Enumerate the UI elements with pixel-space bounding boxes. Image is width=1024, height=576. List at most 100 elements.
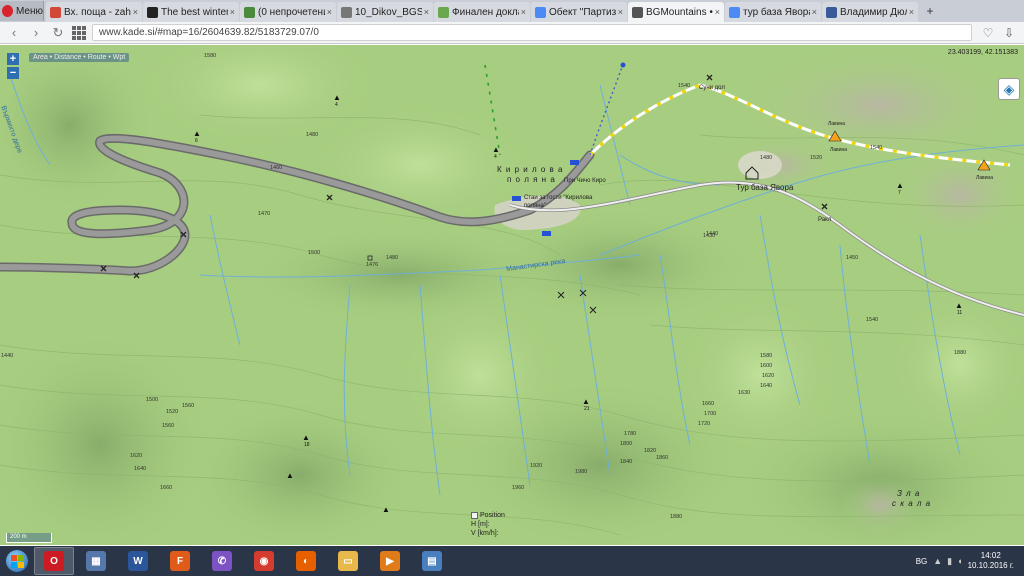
chrome-like-app-icon: ◉ [254, 551, 274, 571]
elevation-label: 1920 [530, 463, 543, 469]
browser-tab[interactable]: (0 непрочетени) × [240, 2, 336, 22]
zoom-in-button[interactable]: + [7, 53, 19, 65]
explorer-app[interactable]: ▭ [328, 547, 368, 575]
tab-title: Владимир Дюлгер [840, 6, 907, 18]
firefox-app[interactable]: ◐ [286, 547, 326, 575]
reload-icon[interactable]: ↻ [50, 25, 66, 41]
word-app[interactable]: W [118, 547, 158, 575]
peak-icon: ▲ 21 [582, 397, 590, 412]
poi-label: При Чичо Киро [564, 178, 606, 184]
position-checkbox[interactable] [471, 511, 478, 519]
browser-tab[interactable]: Вх. поща - zahari× [46, 2, 142, 22]
elevation-label: 1580 [760, 353, 773, 359]
browser-tab[interactable]: тур база Явора -× [725, 2, 821, 22]
tab-title: Обект "Партизан [549, 6, 616, 18]
close-tab-icon[interactable]: × [521, 7, 526, 17]
url-text: www.kade.si/#map=16/2604639.82/5183729.0… [99, 27, 319, 38]
tab-favicon-icon [50, 6, 61, 18]
elevation-label: 1820 [644, 448, 657, 454]
back-icon[interactable]: ‹ [6, 25, 22, 40]
tray-arrow-icon[interactable]: ▲ [933, 556, 942, 566]
windows-logo-icon [6, 550, 28, 572]
tab-favicon-icon [632, 6, 643, 18]
close-tab-icon[interactable]: × [424, 7, 429, 17]
close-tab-icon[interactable]: × [715, 7, 720, 17]
tab-favicon-icon [826, 6, 837, 18]
opera-app-icon: O [44, 551, 64, 571]
elevation-label: 1630 [738, 390, 751, 396]
browser-tab[interactable]: Обект "Партизан× [531, 2, 627, 22]
tab-favicon-icon [244, 6, 255, 18]
tab-title: 10_Dikov_BGS_Ra [355, 6, 422, 18]
url-field[interactable]: www.kade.si/#map=16/2604639.82/5183729.0… [92, 24, 972, 41]
map-tools-bar[interactable]: Area • Distance • Route • Wpt [29, 53, 130, 62]
browser-tab[interactable]: BGMountains • BG× [628, 2, 724, 22]
menu-label: Меню [15, 5, 43, 17]
map-canvas[interactable]: ▲ 4 ▲ 6 ▲ 4 ▲ 11 ▲ 21 ▲ 18 ▲ 7 ▲ ▲ К и р и л о … [0, 45, 1024, 545]
elevation-label: 1480 [386, 255, 399, 261]
close-tab-icon[interactable]: × [812, 7, 817, 17]
system-tray: BG ▲ ▮ ◖ 14:02 10.10.2016 г. [916, 551, 1024, 571]
tab-title: (0 непрочетени) [258, 6, 325, 18]
foxit-app-icon: F [170, 551, 190, 571]
volume-icon[interactable]: ◖ [957, 556, 962, 566]
peak-icon: ▲ 7 [896, 181, 904, 196]
close-tab-icon[interactable]: × [230, 7, 235, 17]
media-app[interactable]: ▶ [370, 547, 410, 575]
poi-label: Стаи за гости "Кирилова [524, 195, 593, 201]
calculator-app[interactable]: ▦ [76, 547, 116, 575]
folder-app-icon: ▤ [422, 551, 442, 571]
elevation-label: 1470 [258, 211, 271, 217]
height-label: H [m]: [471, 521, 490, 528]
browser-tab[interactable]: Владимир Дюлгер× [822, 2, 918, 22]
close-tab-icon[interactable]: × [327, 7, 332, 17]
forward-icon[interactable]: › [28, 25, 44, 40]
taskbar: O ▦ W F ✆ ◉ ◐ ▭ ▶ ▤ BG ▲ ▮ ◖ 14:02 10.10.2016 г. [0, 546, 1024, 576]
place-label: с к а л а [892, 499, 932, 508]
folder-app[interactable]: ▤ [412, 547, 452, 575]
language-indicator[interactable]: BG [916, 557, 928, 566]
elevation-label: 1880 [954, 350, 967, 356]
peak-icon: ▲ [286, 471, 294, 480]
foxit-app[interactable]: F [160, 547, 200, 575]
start-button[interactable] [0, 546, 34, 576]
elevation-label: 1640 [760, 383, 773, 389]
place-label: Суни дол [699, 85, 725, 91]
elevation-label: 1560 [162, 423, 175, 429]
address-bar: ‹ › ↻ www.kade.si/#map=16/2604639.82/518… [0, 22, 1024, 44]
menu-button[interactable]: Меню [0, 1, 44, 21]
poi-label: поляна" [524, 203, 546, 209]
tab-title: тур база Явора - [743, 6, 810, 18]
peak-icon: ▲ 6 [193, 129, 201, 144]
elevation-label: 1660 [702, 401, 715, 407]
downloads-icon[interactable]: ⇩ [1000, 26, 1018, 40]
elevation-label: 1720 [698, 421, 711, 427]
viber-app-icon: ✆ [212, 551, 232, 571]
bookmark-heart-icon[interactable]: ♡ [980, 26, 996, 40]
elevation-label: 1580 [204, 53, 217, 59]
chrome-like-app[interactable]: ◉ [244, 547, 284, 575]
browser-tab[interactable]: 10_Dikov_BGS_Ra× [337, 2, 433, 22]
elevation-label: 1620 [130, 453, 143, 459]
elevation-label: 1960 [512, 485, 525, 491]
place-label: Ракл [818, 217, 832, 223]
media-app-icon: ▶ [380, 551, 400, 571]
close-tab-icon[interactable]: × [618, 7, 623, 17]
map-terrain [0, 45, 1024, 545]
network-icon[interactable]: ▮ [947, 556, 952, 567]
close-tab-icon[interactable]: × [133, 7, 138, 17]
layers-button[interactable]: ◈ [998, 78, 1020, 100]
position-label: Position [480, 512, 505, 519]
browser-tab[interactable]: Финален доклад× [434, 2, 530, 22]
elevation-label: 1560 [182, 403, 195, 409]
close-tab-icon[interactable]: × [909, 7, 914, 17]
elevation-label: 1480 [760, 155, 773, 161]
zoom-out-button[interactable]: − [7, 67, 19, 79]
viber-app[interactable]: ✆ [202, 547, 242, 575]
browser-tab[interactable]: The best winter ty× [143, 2, 239, 22]
elevation-label: 1780 [624, 431, 637, 437]
opera-app[interactable]: O [34, 547, 74, 575]
new-tab-button[interactable]: + [921, 4, 939, 20]
clock[interactable]: 14:02 10.10.2016 г. [968, 551, 1014, 571]
speed-dial-icon[interactable] [72, 25, 86, 40]
